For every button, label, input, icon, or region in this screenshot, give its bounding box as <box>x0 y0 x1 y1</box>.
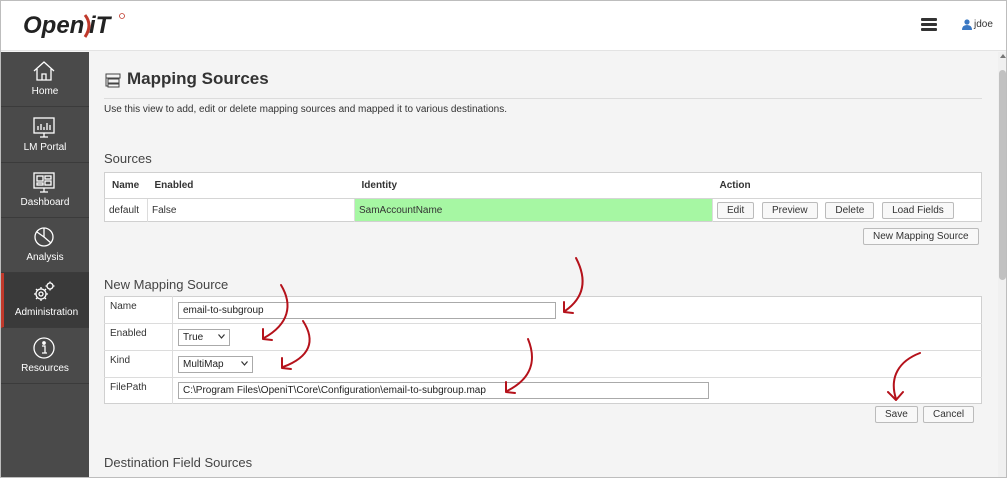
column-header-action: Action <box>712 172 982 199</box>
page-title: Mapping Sources <box>127 69 269 88</box>
mapping-sources-icon <box>105 73 121 88</box>
filepath-label: FilePath <box>104 377 173 404</box>
new-mapping-source-button[interactable]: New Mapping Source <box>863 228 979 245</box>
cancel-button[interactable]: Cancel <box>923 406 975 423</box>
enabled-selected-value: True <box>183 331 204 343</box>
source-enabled-cell: False <box>147 198 355 222</box>
info-icon <box>33 337 55 359</box>
sidebar-item-home[interactable]: Home <box>1 52 89 107</box>
openit-logo[interactable]: Open iT <box>23 9 127 41</box>
kind-label: Kind <box>104 350 173 378</box>
hamburger-menu-icon[interactable] <box>921 18 937 32</box>
table-header-row: Name Enabled Identity Action <box>104 172 982 199</box>
kind-select[interactable]: MultiMap <box>178 355 253 373</box>
scroll-up-arrow-icon[interactable] <box>1000 54 1006 58</box>
destination-field-sources-section-title: Destination Field Sources <box>104 455 253 470</box>
sidebar-item-dashboard[interactable]: Dashboard <box>1 163 89 218</box>
chevron-down-icon <box>241 360 248 366</box>
source-name-cell: default <box>109 204 140 216</box>
lm-portal-icon <box>33 117 55 138</box>
save-button[interactable]: Save <box>875 406 918 423</box>
sidebar-item-label: Administration <box>14 307 79 318</box>
svg-text:iT: iT <box>89 12 113 39</box>
top-bar: Open iT jdoe <box>1 1 1006 51</box>
sidebar-item-label: Home <box>31 86 59 97</box>
sidebar-item-label: LM Portal <box>23 142 67 153</box>
source-action-cell: Edit Preview Delete Load Fields <box>712 198 982 222</box>
form-row-kind: Kind MultiMap <box>104 350 982 378</box>
title-divider <box>104 98 982 99</box>
sidebar-item-lm-portal[interactable]: LM Portal <box>1 108 89 163</box>
user-name: jdoe <box>974 18 993 30</box>
gears-icon <box>34 281 55 301</box>
form-row-enabled: Enabled True <box>104 323 982 351</box>
new-mapping-source-section-title: New Mapping Source <box>104 277 229 292</box>
form-row-name: Name email-to-subgroup <box>104 296 982 324</box>
table-row: default False SamAccountName Edit Previe… <box>105 198 982 222</box>
enabled-select[interactable]: True <box>178 328 230 346</box>
dashboard-icon <box>33 172 55 193</box>
column-header-identity: Identity <box>354 172 713 199</box>
home-icon <box>33 61 55 81</box>
sidebar: Home LM Portal Dashboard Analysis Admini… <box>1 52 89 477</box>
user-icon <box>962 18 972 30</box>
page-description: Use this view to add, edit or delete map… <box>104 104 508 115</box>
sidebar-item-resources[interactable]: Resources <box>1 329 89 384</box>
kind-selected-value: MultiMap <box>183 358 224 370</box>
filepath-input[interactable]: C:\Program Files\OpeniT\Core\Configurati… <box>178 382 709 399</box>
column-header-enabled: Enabled <box>147 172 355 199</box>
sources-table: Name Enabled Identity Action default Fal… <box>104 172 982 222</box>
name-input[interactable]: email-to-subgroup <box>178 301 556 319</box>
svg-text:Open: Open <box>23 12 84 39</box>
column-header-name: Name <box>104 172 148 199</box>
scroll-thumb[interactable] <box>999 70 1006 280</box>
sidebar-item-administration[interactable]: Administration <box>1 273 89 328</box>
enabled-label: Enabled <box>104 323 173 351</box>
load-fields-button[interactable]: Load Fields <box>882 201 954 219</box>
sources-section-title: Sources <box>104 151 152 166</box>
name-label: Name <box>104 296 173 324</box>
source-identity-cell: SamAccountName <box>354 198 713 222</box>
form-row-filepath: FilePath C:\Program Files\OpeniT\Core\Co… <box>104 377 982 404</box>
analysis-icon <box>34 227 54 247</box>
main-content: Mapping Sources Use this view to add, ed… <box>89 52 998 477</box>
chevron-down-icon <box>218 333 225 339</box>
edit-button[interactable]: Edit <box>717 201 755 219</box>
sidebar-item-label: Dashboard <box>20 197 70 208</box>
preview-button[interactable]: Preview <box>762 201 818 219</box>
delete-button[interactable]: Delete <box>825 201 875 219</box>
sidebar-item-label: Resources <box>21 363 69 374</box>
sidebar-item-label: Analysis <box>26 252 64 263</box>
app-window: Open iT jdoe Home LM Portal Dashboard An… <box>0 0 1007 478</box>
user-menu[interactable]: jdoe <box>962 17 993 31</box>
sidebar-item-analysis[interactable]: Analysis <box>1 218 89 273</box>
vertical-scrollbar[interactable] <box>998 52 1006 477</box>
new-mapping-source-form: Name email-to-subgroup Enabled True Kind <box>104 296 982 404</box>
